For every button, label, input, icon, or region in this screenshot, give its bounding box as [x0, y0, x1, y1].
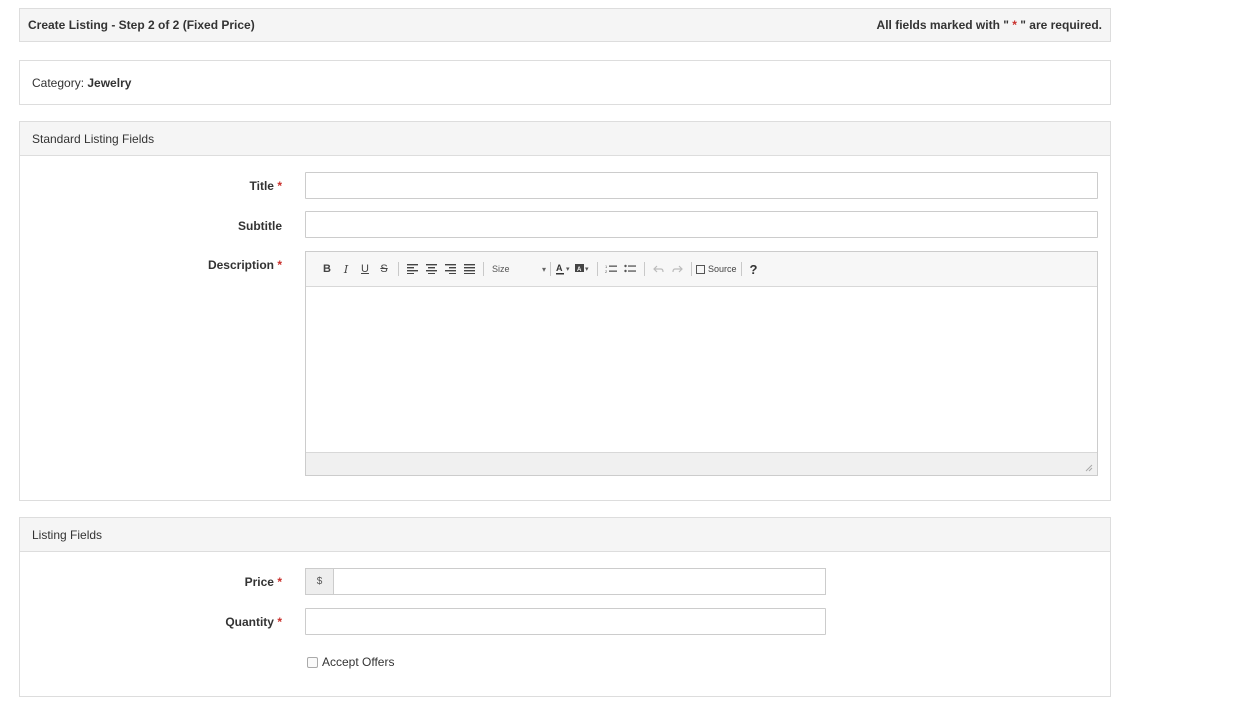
- accept-offers-checkbox[interactable]: [307, 656, 318, 668]
- source-button[interactable]: Source: [696, 264, 737, 274]
- svg-text:2: 2: [605, 269, 608, 274]
- price-input[interactable]: [334, 569, 825, 594]
- align-right-icon: [444, 264, 456, 274]
- accept-offers-label: Accept Offers: [322, 655, 395, 669]
- align-center-button[interactable]: [422, 260, 440, 278]
- source-icon: [696, 264, 705, 274]
- undo-button[interactable]: [649, 260, 667, 278]
- form-header: Create Listing - Step 2 of 2 (Fixed Pric…: [19, 8, 1111, 42]
- svg-text:▾: ▾: [566, 266, 570, 273]
- required-star: *: [277, 615, 282, 629]
- background-color-button[interactable]: A ▾: [574, 260, 592, 278]
- toolbar-separator: [550, 262, 551, 276]
- required-star: *: [277, 258, 282, 272]
- align-center-icon: [425, 264, 437, 274]
- listing-fields-heading: Listing Fields: [20, 518, 1110, 552]
- font-size-dropdown[interactable]: Size ▾: [488, 264, 546, 274]
- svg-text:A: A: [577, 267, 582, 273]
- accept-offers-option[interactable]: Accept Offers: [307, 655, 394, 669]
- subtitle-input[interactable]: [305, 211, 1098, 238]
- redo-icon: [671, 265, 683, 272]
- quantity-input[interactable]: [305, 608, 826, 635]
- text-color-button[interactable]: A ▾: [555, 260, 573, 278]
- form-title: Create Listing - Step 2 of 2 (Fixed Pric…: [28, 18, 255, 32]
- svg-text:A: A: [556, 263, 563, 273]
- subtitle-label: Subtitle: [238, 219, 282, 233]
- text-color-icon: A ▾: [556, 263, 570, 275]
- strikethrough-button[interactable]: S: [375, 260, 393, 278]
- chevron-down-icon: ▾: [541, 264, 546, 274]
- background-color-icon: A ▾: [575, 264, 589, 273]
- category-panel: Category: Jewelry: [19, 60, 1111, 105]
- quantity-label: Quantity *: [225, 615, 282, 629]
- bulleted-list-icon: [624, 264, 636, 273]
- align-left-button[interactable]: [403, 260, 421, 278]
- required-star: *: [277, 179, 282, 193]
- editor-footer: [306, 452, 1097, 475]
- justify-icon: [463, 264, 475, 274]
- standard-listing-fields-heading: Standard Listing Fields: [20, 122, 1110, 156]
- svg-text:▾: ▾: [585, 266, 589, 273]
- required-note: All fields marked with " * " are require…: [876, 18, 1102, 32]
- numbered-list-icon: 12: [605, 264, 617, 274]
- italic-button[interactable]: I: [337, 260, 355, 278]
- toolbar-separator: [740, 262, 742, 276]
- standard-listing-fields-panel: Standard Listing Fields Title * Subtitle…: [19, 121, 1111, 501]
- redo-button[interactable]: [668, 260, 686, 278]
- required-star: *: [277, 575, 282, 589]
- price-input-group: $: [305, 568, 826, 595]
- bold-button[interactable]: B: [318, 260, 336, 278]
- help-button[interactable]: ?: [750, 262, 758, 277]
- align-right-button[interactable]: [441, 260, 459, 278]
- toolbar-separator: [644, 262, 645, 276]
- editor-toolbar: B I U S Size ▾ A ▾ A ▾ 1 2 Source ?: [306, 252, 1097, 287]
- toolbar-separator: [398, 262, 399, 276]
- numbered-list-button[interactable]: 12: [602, 260, 620, 278]
- toolbar-separator: [691, 262, 692, 276]
- listing-fields-panel: Listing Fields Price * $ Quantity * Acce…: [19, 517, 1111, 697]
- align-left-icon: [406, 264, 418, 274]
- description-editor: B I U S Size ▾ A ▾ A ▾ 1 2 Source ?: [305, 251, 1098, 476]
- category-label: Category:: [32, 75, 85, 90]
- toolbar-separator: [597, 262, 598, 276]
- currency-addon: $: [306, 569, 334, 594]
- justify-button[interactable]: [460, 260, 478, 278]
- description-label: Description *: [207, 258, 282, 272]
- description-editor-body[interactable]: [306, 287, 1097, 452]
- bulleted-list-button[interactable]: [621, 260, 639, 278]
- toolbar-separator: [483, 262, 484, 276]
- title-input[interactable]: [305, 172, 1098, 199]
- category-value: Jewelry: [87, 75, 132, 90]
- title-label: Title *: [249, 179, 282, 193]
- required-note-star: *: [1008, 18, 1021, 32]
- undo-icon: [652, 265, 664, 272]
- underline-button[interactable]: U: [356, 260, 374, 278]
- resize-grip-icon[interactable]: [1085, 464, 1093, 472]
- price-label: Price *: [244, 575, 282, 589]
